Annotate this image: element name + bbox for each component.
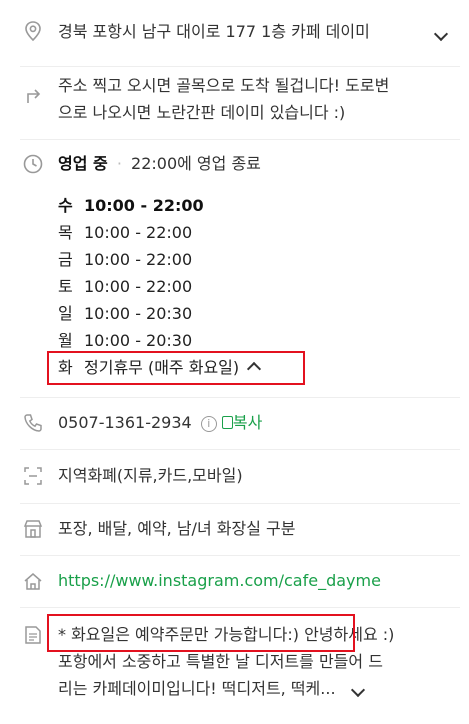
- amenities-row: 포장, 배달, 예약, 남/녀 화장실 구분: [0, 503, 469, 555]
- chevron-down-icon[interactable]: [350, 676, 365, 703]
- chevron-down-icon[interactable]: [433, 24, 449, 43]
- copy-icon: [221, 416, 233, 429]
- description-row[interactable]: * 화요일은 예약주문만 가능합니다:) 안녕하세요 :) 포항에서 소중하고 …: [0, 607, 469, 724]
- website-link[interactable]: https://www.instagram.com/cafe_dayme: [58, 567, 381, 594]
- notice-highlight-box: [47, 614, 355, 652]
- store-icon: [22, 518, 44, 540]
- phone-line: 0507-1361-2934 i 복사: [58, 409, 262, 436]
- dot-separator: ·: [116, 154, 122, 173]
- hours-item: 수 10:00 - 22:00: [58, 196, 204, 215]
- location-pin-icon: [22, 20, 44, 42]
- description-line-3: 리는 카페데이미입니다! 떡디저트, 떡케...: [58, 675, 365, 703]
- payment-text: 지역화폐(지류,카드,모바일): [58, 466, 243, 485]
- directions-row: 주소 찍고 오시면 골목으로 도착 될겁니다! 도로변 으로 나오시면 노란간판…: [0, 66, 469, 138]
- address-text: 경북 포항시 남구 대이로 177 1층 카페 데이미: [58, 22, 370, 41]
- hours-item: 일 10:00 - 20:30: [58, 304, 193, 323]
- closing-time: 22:00에 영업 종료: [131, 154, 261, 173]
- hours-item: 월 10:00 - 20:30: [58, 331, 193, 350]
- info-icon[interactable]: i: [200, 415, 217, 432]
- hours-section: 영업 중 · 22:00에 영업 종료 수 10:00 - 22:00 목 10:0…: [0, 139, 469, 397]
- holiday-highlight-box: [47, 351, 305, 385]
- phone-icon: [22, 412, 44, 434]
- hours-item: 금 10:00 - 22:00: [58, 250, 193, 269]
- copy-button[interactable]: 복사: [221, 413, 262, 432]
- hours-status-line[interactable]: 영업 중 · 22:00에 영업 종료: [58, 150, 261, 177]
- clock-icon: [22, 153, 44, 175]
- scan-icon: [22, 465, 44, 487]
- phone-number[interactable]: 0507-1361-2934: [58, 413, 192, 432]
- directions-line-2: 으로 나오시면 노란간판 데이미 있습니다 :): [58, 103, 346, 122]
- turn-arrow-icon: [22, 84, 44, 106]
- hours-item: 토 10:00 - 22:00: [58, 277, 193, 296]
- open-status: 영업 중: [58, 154, 108, 173]
- home-icon: [22, 570, 44, 592]
- phone-row: 0507-1361-2934 i 복사: [0, 397, 469, 449]
- payment-row: 지역화폐(지류,카드,모바일): [0, 449, 469, 503]
- address-row[interactable]: 경북 포항시 남구 대이로 177 1층 카페 데이미: [0, 0, 469, 66]
- description-line-2: 포항에서 소중하고 특별한 날 디저트를 만들어 드: [58, 652, 383, 671]
- directions-line-1: 주소 찍고 오시면 골목으로 도착 될겁니다! 도로변: [58, 76, 390, 95]
- website-row: https://www.instagram.com/cafe_dayme: [0, 555, 469, 607]
- hours-item: 목 10:00 - 22:00: [58, 223, 193, 242]
- document-icon: [22, 624, 44, 646]
- amenities-text: 포장, 배달, 예약, 남/녀 화장실 구분: [58, 519, 296, 538]
